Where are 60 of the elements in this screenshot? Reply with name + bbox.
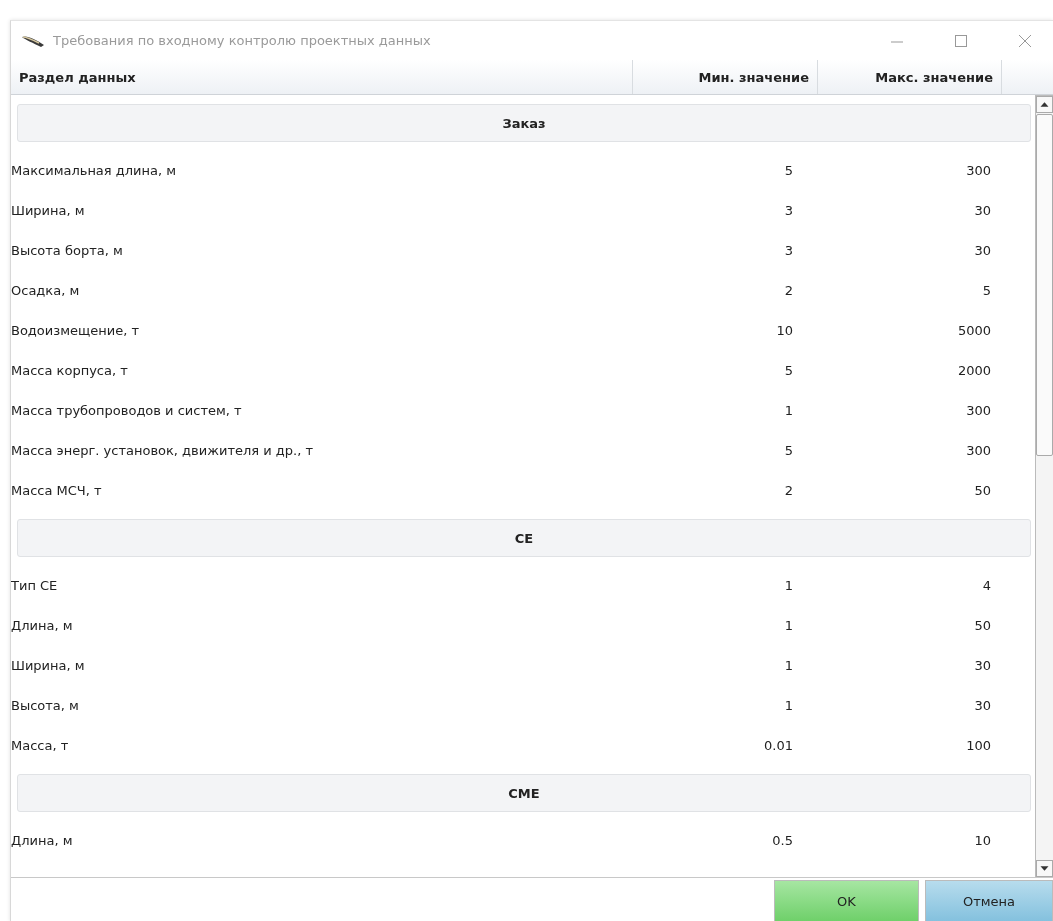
table-cell-text: Масса корпуса, т bbox=[11, 362, 129, 378]
table-cell-text: 10 bbox=[973, 832, 991, 848]
table-cell-text: Масса трубопроводов и систем, т bbox=[11, 402, 243, 418]
table-cell-text: 1 bbox=[783, 617, 793, 633]
column-header[interactable]: Макс. значение bbox=[818, 60, 1002, 94]
table-cell-text: 5 bbox=[783, 162, 793, 178]
table-cell-text: Масса, т bbox=[11, 737, 70, 753]
table-cell-text: 10 bbox=[775, 322, 793, 338]
table-cell-text: 50 bbox=[973, 482, 991, 498]
table-cell-text: 1 bbox=[783, 402, 793, 418]
table-cell-text: 5 bbox=[783, 362, 793, 378]
table-cell-text: 0.01 bbox=[763, 737, 793, 753]
maximize-icon[interactable] bbox=[953, 32, 969, 49]
table-cell-text: 300 bbox=[965, 162, 991, 178]
group-header: СЕ bbox=[17, 519, 1031, 557]
table-cell-text: 2 bbox=[783, 282, 793, 298]
table-cell-text: 300 bbox=[965, 442, 991, 458]
table-cell-text: 5 bbox=[981, 282, 991, 298]
table-cell-text: Высота, м bbox=[11, 697, 80, 713]
table-cell-text: 30 bbox=[973, 697, 991, 713]
close-icon[interactable] bbox=[1017, 32, 1033, 49]
table-cell-text: 3 bbox=[783, 242, 793, 258]
column-header[interactable]: Мин. значение bbox=[633, 60, 818, 94]
table-cell-text: 100 bbox=[965, 737, 991, 753]
app-icon bbox=[21, 33, 45, 48]
column-header[interactable]: Раздел данных bbox=[11, 60, 633, 94]
table-cell-text: Высота борта, м bbox=[11, 242, 124, 258]
table-cell-text: 1 bbox=[783, 577, 793, 593]
table-cell-text: Длина, м bbox=[11, 832, 74, 848]
group-header: Заказ bbox=[17, 104, 1031, 142]
table-cell-text: Ширина, м bbox=[11, 657, 86, 673]
table-cell-text: 2 bbox=[783, 482, 793, 498]
cancel-button[interactable]: Отмена bbox=[925, 880, 1053, 921]
table-cell-text: 4 bbox=[981, 577, 991, 593]
ok-button[interactable]: OK bbox=[774, 880, 919, 921]
table-cell-text: 0.5 bbox=[771, 832, 793, 848]
table-cell-text: 2000 bbox=[956, 362, 991, 378]
table-cell-text: 30 bbox=[973, 202, 991, 218]
scroll-down-icon[interactable] bbox=[1036, 860, 1053, 877]
table-cell-text: Масса энерг. установок, движителя и др., т bbox=[11, 442, 314, 458]
table-cell-text: 1 bbox=[783, 697, 793, 713]
table-cell-text: 1 bbox=[783, 657, 793, 673]
table-cell-text: 50 bbox=[973, 617, 991, 633]
group-header: СМЕ bbox=[17, 774, 1031, 812]
table-cell-text: Водоизмещение, т bbox=[11, 322, 140, 338]
table-cell-text: 3 bbox=[783, 202, 793, 218]
table-cell-text: 300 bbox=[965, 402, 991, 418]
table-cell-text: 30 bbox=[973, 657, 991, 673]
table-cell-text: Масса МСЧ, т bbox=[11, 482, 103, 498]
table-cell-text: Длина, м bbox=[11, 617, 74, 633]
table-cell-text: 5000 bbox=[956, 322, 991, 338]
table-cell-text: Ширина, м bbox=[11, 202, 86, 218]
table-cell-text: Осадка, м bbox=[11, 282, 81, 298]
table-cell-text: Максимальная длина, м bbox=[11, 162, 178, 178]
window-title: Требования по входному контролю проектных данных bbox=[53, 33, 432, 48]
scrollbar[interactable] bbox=[1035, 95, 1053, 877]
table-cell-text: 5 bbox=[783, 442, 793, 458]
table-cell-text: 30 bbox=[973, 242, 991, 258]
scroll-up-icon[interactable] bbox=[1036, 96, 1053, 113]
table-cell-text: Тип СЕ bbox=[11, 577, 59, 593]
